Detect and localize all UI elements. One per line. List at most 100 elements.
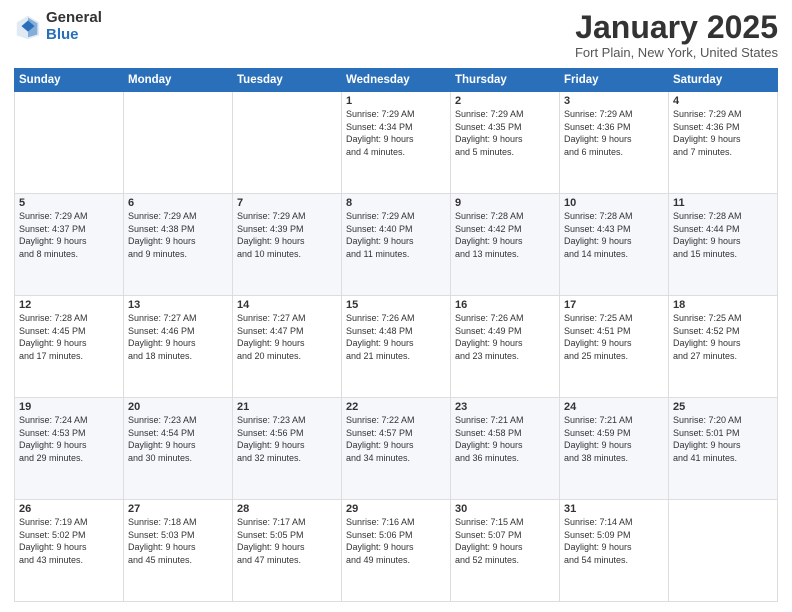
day-info-3-4: Sunrise: 7:21 AM Sunset: 4:58 PM Dayligh… [455,414,555,464]
day-cell-4-6 [669,500,778,602]
week-row-3: 19Sunrise: 7:24 AM Sunset: 4:53 PM Dayli… [15,398,778,500]
day-cell-2-0: 12Sunrise: 7:28 AM Sunset: 4:45 PM Dayli… [15,296,124,398]
day-info-1-3: Sunrise: 7:29 AM Sunset: 4:40 PM Dayligh… [346,210,446,260]
day-number-3-6: 25 [673,401,773,413]
day-info-4-0: Sunrise: 7:19 AM Sunset: 5:02 PM Dayligh… [19,516,119,566]
calendar-header-row: Sunday Monday Tuesday Wednesday Thursday… [15,69,778,92]
day-number-0-6: 4 [673,95,773,107]
day-info-4-1: Sunrise: 7:18 AM Sunset: 5:03 PM Dayligh… [128,516,228,566]
header-friday: Friday [560,69,669,92]
day-number-1-5: 10 [564,197,664,209]
day-cell-3-1: 20Sunrise: 7:23 AM Sunset: 4:54 PM Dayli… [124,398,233,500]
header-tuesday: Tuesday [233,69,342,92]
header-sunday: Sunday [15,69,124,92]
day-number-3-5: 24 [564,401,664,413]
day-number-0-3: 1 [346,95,446,107]
day-info-0-3: Sunrise: 7:29 AM Sunset: 4:34 PM Dayligh… [346,108,446,158]
day-number-4-3: 29 [346,503,446,515]
day-cell-3-5: 24Sunrise: 7:21 AM Sunset: 4:59 PM Dayli… [560,398,669,500]
header-thursday: Thursday [451,69,560,92]
week-row-0: 1Sunrise: 7:29 AM Sunset: 4:34 PM Daylig… [15,92,778,194]
day-cell-3-2: 21Sunrise: 7:23 AM Sunset: 4:56 PM Dayli… [233,398,342,500]
week-row-1: 5Sunrise: 7:29 AM Sunset: 4:37 PM Daylig… [15,194,778,296]
day-cell-4-5: 31Sunrise: 7:14 AM Sunset: 5:09 PM Dayli… [560,500,669,602]
day-number-3-2: 21 [237,401,337,413]
day-info-4-2: Sunrise: 7:17 AM Sunset: 5:05 PM Dayligh… [237,516,337,566]
day-cell-2-3: 15Sunrise: 7:26 AM Sunset: 4:48 PM Dayli… [342,296,451,398]
day-cell-4-3: 29Sunrise: 7:16 AM Sunset: 5:06 PM Dayli… [342,500,451,602]
day-cell-4-4: 30Sunrise: 7:15 AM Sunset: 5:07 PM Dayli… [451,500,560,602]
logo-blue: Blue [46,27,102,44]
day-cell-3-4: 23Sunrise: 7:21 AM Sunset: 4:58 PM Dayli… [451,398,560,500]
day-info-1-2: Sunrise: 7:29 AM Sunset: 4:39 PM Dayligh… [237,210,337,260]
day-number-2-4: 16 [455,299,555,311]
day-cell-3-0: 19Sunrise: 7:24 AM Sunset: 4:53 PM Dayli… [15,398,124,500]
header: General Blue January 2025 Fort Plain, Ne… [14,10,778,60]
day-info-3-3: Sunrise: 7:22 AM Sunset: 4:57 PM Dayligh… [346,414,446,464]
day-number-4-5: 31 [564,503,664,515]
day-cell-0-3: 1Sunrise: 7:29 AM Sunset: 4:34 PM Daylig… [342,92,451,194]
day-cell-2-5: 17Sunrise: 7:25 AM Sunset: 4:51 PM Dayli… [560,296,669,398]
day-info-3-2: Sunrise: 7:23 AM Sunset: 4:56 PM Dayligh… [237,414,337,464]
day-cell-0-5: 3Sunrise: 7:29 AM Sunset: 4:36 PM Daylig… [560,92,669,194]
day-number-4-4: 30 [455,503,555,515]
day-number-3-0: 19 [19,401,119,413]
day-info-2-5: Sunrise: 7:25 AM Sunset: 4:51 PM Dayligh… [564,312,664,362]
day-number-1-6: 11 [673,197,773,209]
title-block: January 2025 Fort Plain, New York, Unite… [575,10,778,60]
day-info-3-1: Sunrise: 7:23 AM Sunset: 4:54 PM Dayligh… [128,414,228,464]
day-info-1-6: Sunrise: 7:28 AM Sunset: 4:44 PM Dayligh… [673,210,773,260]
day-cell-1-1: 6Sunrise: 7:29 AM Sunset: 4:38 PM Daylig… [124,194,233,296]
day-number-0-4: 2 [455,95,555,107]
day-cell-1-2: 7Sunrise: 7:29 AM Sunset: 4:39 PM Daylig… [233,194,342,296]
header-monday: Monday [124,69,233,92]
day-number-2-1: 13 [128,299,228,311]
day-cell-4-2: 28Sunrise: 7:17 AM Sunset: 5:05 PM Dayli… [233,500,342,602]
logo-icon [14,13,42,41]
day-number-1-4: 9 [455,197,555,209]
day-number-1-0: 5 [19,197,119,209]
day-cell-2-6: 18Sunrise: 7:25 AM Sunset: 4:52 PM Dayli… [669,296,778,398]
day-number-1-3: 8 [346,197,446,209]
day-number-2-5: 17 [564,299,664,311]
day-number-3-3: 22 [346,401,446,413]
day-info-2-1: Sunrise: 7:27 AM Sunset: 4:46 PM Dayligh… [128,312,228,362]
day-cell-3-3: 22Sunrise: 7:22 AM Sunset: 4:57 PM Dayli… [342,398,451,500]
day-cell-2-1: 13Sunrise: 7:27 AM Sunset: 4:46 PM Dayli… [124,296,233,398]
day-cell-2-2: 14Sunrise: 7:27 AM Sunset: 4:47 PM Dayli… [233,296,342,398]
day-number-3-1: 20 [128,401,228,413]
day-number-1-1: 6 [128,197,228,209]
day-cell-0-4: 2Sunrise: 7:29 AM Sunset: 4:35 PM Daylig… [451,92,560,194]
day-info-3-0: Sunrise: 7:24 AM Sunset: 4:53 PM Dayligh… [19,414,119,464]
day-info-4-5: Sunrise: 7:14 AM Sunset: 5:09 PM Dayligh… [564,516,664,566]
day-number-2-0: 12 [19,299,119,311]
day-cell-1-0: 5Sunrise: 7:29 AM Sunset: 4:37 PM Daylig… [15,194,124,296]
header-saturday: Saturday [669,69,778,92]
day-number-2-6: 18 [673,299,773,311]
day-info-1-0: Sunrise: 7:29 AM Sunset: 4:37 PM Dayligh… [19,210,119,260]
day-info-0-4: Sunrise: 7:29 AM Sunset: 4:35 PM Dayligh… [455,108,555,158]
day-number-2-3: 15 [346,299,446,311]
day-cell-0-1 [124,92,233,194]
day-cell-1-4: 9Sunrise: 7:28 AM Sunset: 4:42 PM Daylig… [451,194,560,296]
month-title: January 2025 [575,10,778,45]
day-cell-4-1: 27Sunrise: 7:18 AM Sunset: 5:03 PM Dayli… [124,500,233,602]
day-cell-1-3: 8Sunrise: 7:29 AM Sunset: 4:40 PM Daylig… [342,194,451,296]
day-cell-4-0: 26Sunrise: 7:19 AM Sunset: 5:02 PM Dayli… [15,500,124,602]
page: General Blue January 2025 Fort Plain, Ne… [0,0,792,612]
day-info-1-4: Sunrise: 7:28 AM Sunset: 4:42 PM Dayligh… [455,210,555,260]
day-info-2-4: Sunrise: 7:26 AM Sunset: 4:49 PM Dayligh… [455,312,555,362]
day-number-1-2: 7 [237,197,337,209]
day-info-3-5: Sunrise: 7:21 AM Sunset: 4:59 PM Dayligh… [564,414,664,464]
day-info-4-3: Sunrise: 7:16 AM Sunset: 5:06 PM Dayligh… [346,516,446,566]
day-info-2-3: Sunrise: 7:26 AM Sunset: 4:48 PM Dayligh… [346,312,446,362]
day-number-2-2: 14 [237,299,337,311]
day-number-3-4: 23 [455,401,555,413]
day-info-4-4: Sunrise: 7:15 AM Sunset: 5:07 PM Dayligh… [455,516,555,566]
logo: General Blue [14,10,102,43]
day-info-3-6: Sunrise: 7:20 AM Sunset: 5:01 PM Dayligh… [673,414,773,464]
day-number-4-2: 28 [237,503,337,515]
week-row-2: 12Sunrise: 7:28 AM Sunset: 4:45 PM Dayli… [15,296,778,398]
day-cell-0-2 [233,92,342,194]
day-number-4-1: 27 [128,503,228,515]
